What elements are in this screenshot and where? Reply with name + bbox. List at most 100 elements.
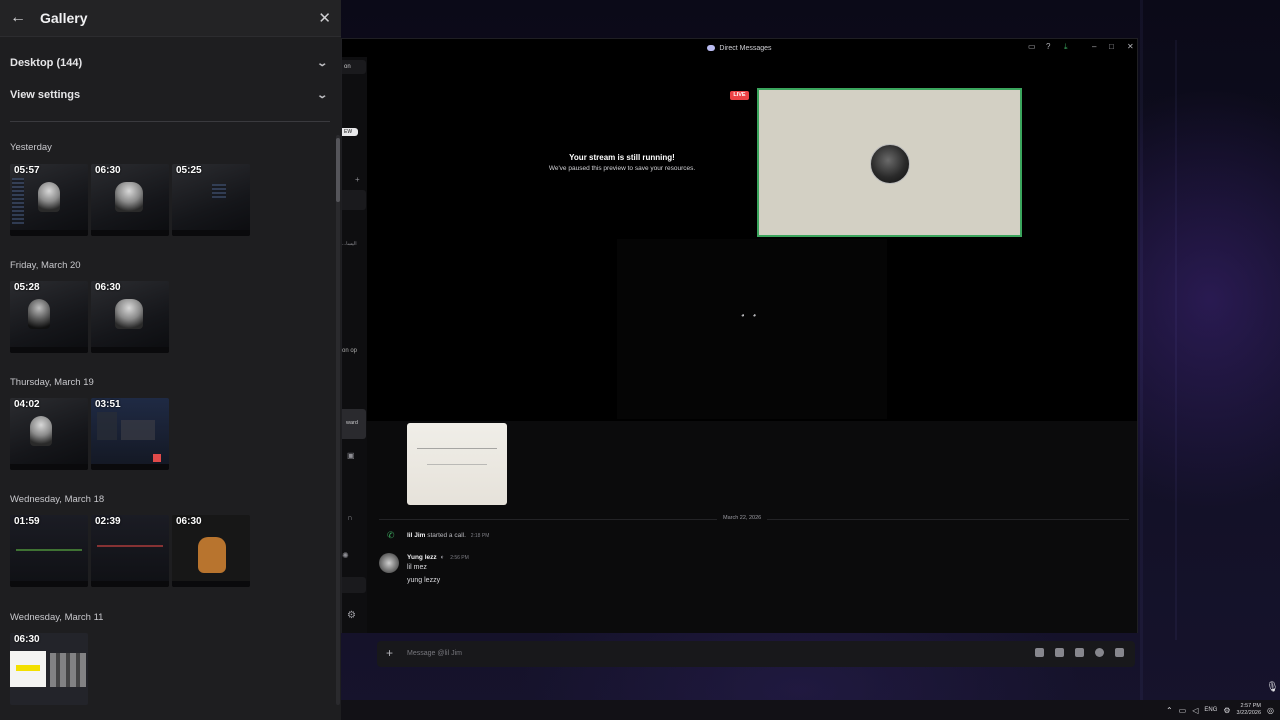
thumbnail-art [115,299,143,329]
scrollbar-thumb[interactable] [336,138,340,202]
call-participant-tile[interactable] [617,239,887,419]
gift-icon[interactable] [1035,648,1044,657]
group-label: Yesterday [10,142,52,153]
message-author[interactable]: Yung lezz [407,554,437,561]
chevron-down-icon: ⌄ [315,89,328,101]
thumbnail-art [91,347,169,353]
screen-share-icon[interactable]: ▣ [347,451,355,460]
help-icon[interactable]: ? [1046,42,1050,51]
thumbnail-art [10,651,46,687]
sidebar-item[interactable]: on [342,60,366,74]
video-duration: 05:28 [14,282,40,293]
message-text: yung lezzy [407,577,441,584]
maximize-icon[interactable]: □ [1109,42,1114,51]
video-thumbnail[interactable]: 06:30 [91,281,169,353]
thumbnail-art [10,464,88,470]
message-composer[interactable]: + Message @lil Jim [377,641,1135,667]
sidebar-item[interactable] [342,190,366,210]
sidebar-item-forward[interactable]: ward [342,409,366,439]
scrollbar-track[interactable] [336,135,340,705]
download-icon[interactable]: ⤓ [1064,42,1068,52]
language-indicator[interactable]: ENG [1204,707,1217,713]
video-thumbnail[interactable]: 06:30 [10,633,88,705]
thumbnail-art [172,581,250,587]
thumbnail-art [212,184,226,200]
back-arrow-icon[interactable]: ← [10,9,28,27]
network-icon[interactable]: ▭ [1179,706,1187,715]
gallery-panel: ← Gallery ✕ Desktop (144) ⌄ View setting… [0,0,341,720]
headphones-icon[interactable]: ∩ [347,513,353,522]
gear-icon[interactable]: ⚙ [347,610,356,621]
group-label: Friday, March 20 [10,260,81,271]
gif-icon[interactable] [1055,648,1064,657]
timestamp: 2:56 PM [450,555,469,561]
phone-icon: ✆ [387,530,395,540]
thumbnail-art [198,537,226,573]
discord-logo-icon [707,45,716,51]
video-thumbnail[interactable]: 04:02 [10,398,88,470]
avatar[interactable] [379,553,399,573]
stream-paused-subtitle: We've paused this preview to save your r… [548,165,696,172]
chevron-up-icon[interactable]: ⌃ [1166,706,1173,715]
thumbnail-art [91,581,169,587]
stream-preview[interactable] [757,88,1022,237]
activity-icon[interactable]: ✺ [342,551,349,560]
thumbnail-art [153,454,161,462]
add-attachment-icon[interactable]: + [386,646,393,660]
message-text: lil mez [407,564,427,571]
call-user[interactable]: lil Jim [407,532,425,539]
video-duration: 02:39 [95,516,121,527]
thumbnail-art [97,545,163,547]
thumbnail-art [30,416,52,446]
volume-icon[interactable]: ◁ [1192,706,1198,715]
microphone-icon[interactable]: 🎙 [1266,682,1279,693]
source-dropdown[interactable]: Desktop (144) ⌄ [10,54,328,72]
video-duration: 03:51 [95,399,121,410]
clock[interactable]: 2:57 PM 3/22/2026 [1237,703,1261,717]
image-text-line [417,439,497,449]
message-input-placeholder[interactable]: Message @lil Jim [407,650,462,657]
taskbar [341,700,1280,720]
apps-icon[interactable] [1115,648,1124,657]
thumbnail-art [97,412,117,440]
window-title: Direct Messages [719,44,772,52]
notification-icon[interactable]: ◎ [1267,706,1274,715]
thumbnail-art [50,653,86,687]
discord-window: Direct Messages ▭ ? ⤓ – □ ✕ on EW + ...ا… [341,38,1138,667]
close-window-icon[interactable]: ✕ [1127,42,1134,51]
emoji-icon[interactable] [1095,648,1104,657]
video-thumbnail[interactable]: 05:25 [172,164,250,236]
thumbnail-art [10,230,88,236]
video-thumbnail[interactable]: 05:57 [10,164,88,236]
live-badge: LIVE [730,91,749,100]
video-thumbnail[interactable]: 05:28 [10,281,88,353]
video-duration: 06:30 [95,165,121,176]
clock-time: 2:57 PM [1240,703,1262,709]
speaker-icon: ◐ [440,554,445,561]
close-icon[interactable]: ✕ [318,9,331,27]
sticker-icon[interactable] [1075,648,1084,657]
video-thumbnail[interactable]: 01:59 [10,515,88,587]
settings-icon[interactable]: ⚙ [1223,706,1230,715]
minimize-icon[interactable]: – [1092,42,1096,51]
thumbnail-art [91,230,169,236]
message-author-line: Yung lezz ◐ 2:56 PM [407,554,469,561]
image-attachment[interactable] [407,423,507,505]
add-icon[interactable]: + [355,175,360,184]
chat-area: March 22, 2026 ✆ lil Jim started a call.… [367,421,1137,667]
sidebar-item[interactable] [342,577,366,593]
video-thumbnail[interactable]: 06:30 [91,164,169,236]
thumbnail-art [115,182,143,212]
video-duration: 01:59 [14,516,40,527]
video-thumbnail[interactable]: 02:39 [91,515,169,587]
wallpaper-streak [1175,40,1177,640]
participant-eyes-icon: ◕◕ [741,313,765,319]
inbox-icon[interactable]: ▭ [1028,42,1036,51]
video-duration: 06:30 [95,282,121,293]
call-system-message: lil Jim started a call. 2:18 PM [407,532,489,539]
video-thumbnail[interactable]: 06:30 [172,515,250,587]
video-duration: 05:25 [176,165,202,176]
thumbnail-art [16,549,82,551]
view-settings-dropdown[interactable]: View settings ⌄ [10,86,328,104]
video-thumbnail[interactable]: 03:51 [91,398,169,470]
